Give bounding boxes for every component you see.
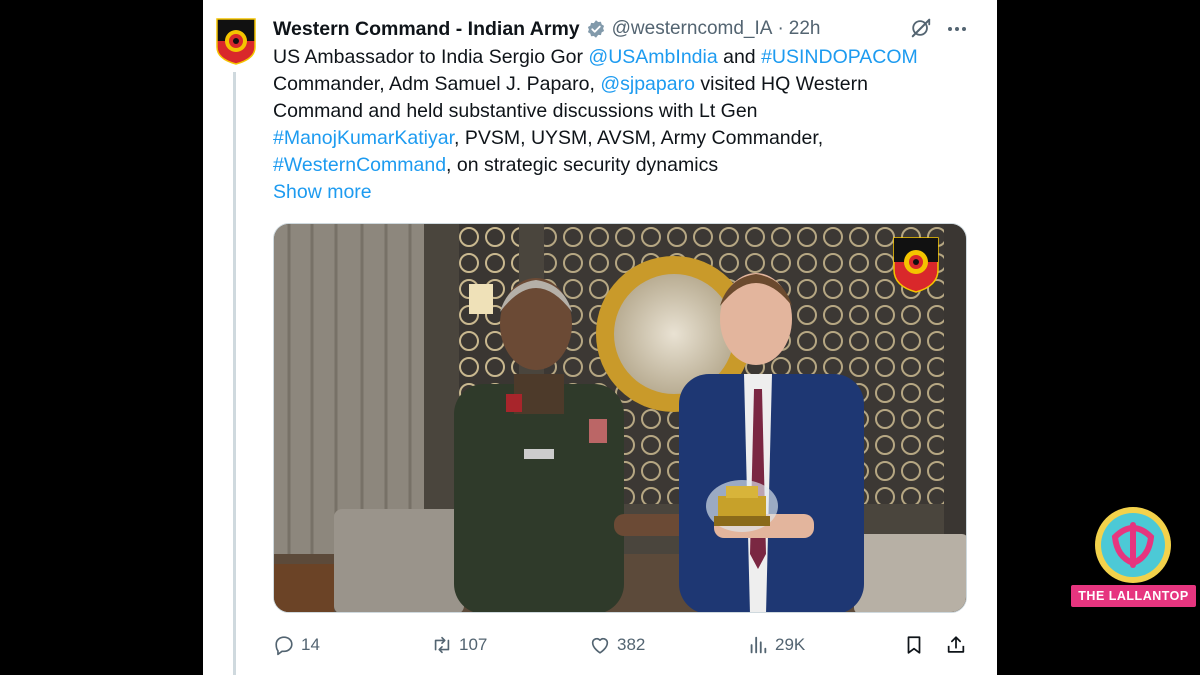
reply-icon	[275, 636, 293, 656]
author-name[interactable]: Western Command - Indian Army	[273, 18, 580, 41]
grok-icon[interactable]	[910, 17, 932, 39]
hashtag-link[interactable]: #USINDOPACOM	[761, 46, 918, 68]
reply-button[interactable]: 14	[273, 628, 320, 662]
tweet-text: US Ambassador to India Sergio Gor @USAmb…	[273, 44, 973, 206]
lallantop-label: THE LALLANTOP	[1071, 585, 1196, 607]
tweet-media-photo[interactable]	[273, 223, 967, 613]
like-count: 382	[617, 635, 646, 654]
views-button[interactable]: 29K	[747, 628, 805, 662]
bookmark-icon	[907, 636, 921, 654]
hashtag-link[interactable]: #ManojKumarKatiyar	[273, 127, 454, 149]
repost-count: 107	[459, 635, 488, 654]
like-button[interactable]: 382	[589, 628, 645, 662]
views-count: 29K	[775, 635, 806, 654]
tweet-card[interactable]: Western Command - Indian Army @westernco…	[203, 0, 997, 675]
views-icon	[750, 636, 767, 654]
tweet-text-segment: and	[717, 46, 762, 68]
golden-temple-memento	[706, 480, 778, 532]
share-button[interactable]	[945, 628, 967, 662]
tweet-action-bar: 14 107 382 29K	[273, 628, 973, 662]
timestamp[interactable]: 22h	[789, 18, 821, 40]
western-command-logo-icon	[893, 237, 939, 293]
share-icon	[947, 636, 965, 653]
repost-button[interactable]: 107	[431, 628, 487, 662]
tweet-text-segment: Command and held substantive discussions…	[273, 100, 758, 122]
tweet-text-segment: , on strategic security dynamics	[446, 154, 719, 176]
author-handle[interactable]: @westerncomd_IA	[612, 18, 773, 40]
tweet-text-segment: , PVSM, UYSM, AVSM, Army Commander,	[454, 127, 824, 149]
verified-badge-icon	[587, 20, 604, 38]
mention-link[interactable]: @sjpaparo	[600, 73, 695, 95]
tweet-line: Commander, Adm Samuel J. Paparo, @sjpapa…	[273, 71, 973, 98]
reply-count: 14	[301, 635, 320, 654]
tweet-text-segment: Commander, Adm Samuel J. Paparo,	[273, 73, 601, 95]
show-more-link[interactable]: Show more	[273, 179, 973, 206]
like-icon	[591, 637, 609, 654]
avatar[interactable]	[215, 17, 257, 65]
thread-line	[233, 72, 236, 675]
repost-icon	[434, 636, 450, 654]
hashtag-link[interactable]: #WesternCommand	[273, 154, 446, 176]
tweet-line: US Ambassador to India Sergio Gor @USAmb…	[273, 44, 973, 71]
tweet-text-segment: US Ambassador to India Sergio Gor	[273, 46, 589, 68]
tweet-line: #ManojKumarKatiyar, PVSM, UYSM, AVSM, Ar…	[273, 125, 973, 152]
mention-link[interactable]: @USAmbIndia	[588, 46, 717, 68]
lallantop-logo-icon	[1095, 507, 1171, 583]
tweet-header: Western Command - Indian Army @westernco…	[273, 14, 820, 44]
tweet-line: #WesternCommand, on strategic security d…	[273, 152, 973, 179]
more-icon[interactable]	[945, 17, 969, 41]
lallantop-watermark: THE LALLANTOP	[1071, 507, 1196, 607]
separator-dot: ·	[777, 18, 784, 39]
tweet-line: Command and held substantive discussions…	[273, 98, 973, 125]
bookmark-button[interactable]	[903, 628, 925, 662]
photo-of-two-men-exchanging-memento	[274, 224, 966, 612]
tweet-text-segment: visited HQ Western	[694, 73, 868, 95]
